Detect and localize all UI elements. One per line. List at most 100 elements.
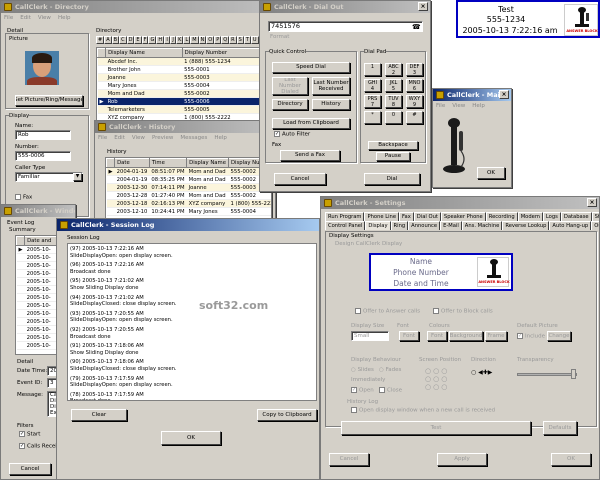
table-row[interactable]: Telemarketers 555-0005	[97, 105, 275, 114]
dial-button[interactable]: Dial	[364, 173, 420, 185]
session-titlebar[interactable]: CallClerk - Session Log	[57, 219, 319, 231]
table-row[interactable]: Mary Jones 555-0004	[97, 81, 275, 90]
menu-file[interactable]: File	[98, 133, 107, 143]
menu-help[interactable]: Help	[214, 133, 227, 143]
menu-preview[interactable]: Preview	[152, 133, 173, 143]
apply-button[interactable]: Apply	[437, 453, 487, 466]
tab-announce[interactable]: Announce	[408, 221, 441, 230]
menu-view[interactable]: View	[452, 101, 465, 111]
dial-key[interactable]: GHI 4	[364, 79, 381, 92]
copy-to-clipboard-button[interactable]: Copy to Clipboard	[257, 409, 317, 421]
colour-font-button[interactable]: Font	[427, 331, 447, 341]
tab-reverse-lookup[interactable]: Reverse Lookup	[502, 221, 550, 230]
clear-button[interactable]: Clear	[71, 409, 127, 421]
table-row[interactable]: 2003-12-30 07:14:11 PM Joanne 555-0003	[106, 183, 271, 192]
number-field[interactable]: 555-0006	[15, 151, 71, 161]
tab-ans-machine[interactable]: Ans. Machine	[461, 221, 503, 230]
transparency-slider-thumb[interactable]	[571, 369, 576, 379]
slides-radio-label[interactable]: Slides	[358, 367, 374, 373]
table-row[interactable]: 2003-12-28 01:27:40 PM Mom and Dad 555-0002	[106, 191, 271, 200]
screen-position-radio-grid[interactable]: ○○○ ○○○ ○○○	[425, 367, 449, 391]
tab-control-panel[interactable]: Control Panel	[325, 221, 366, 230]
dial-key[interactable]: JKL 5	[385, 79, 402, 92]
dial-key[interactable]: DEF 3	[406, 63, 423, 76]
set-picture-button[interactable]: Set Picture/Ring/Message	[15, 95, 83, 106]
load-from-clipboard-button[interactable]: Load from Clipboard	[272, 118, 350, 129]
menu-edit[interactable]: Edit	[114, 133, 125, 143]
chevron-down-icon[interactable]: ▼	[73, 173, 82, 181]
column-header-display-name[interactable]: Display Name	[105, 48, 183, 58]
dial-key[interactable]: TUV 8	[385, 95, 402, 108]
ok-button[interactable]: OK	[477, 167, 505, 179]
letter-filter-button[interactable]: F	[141, 36, 149, 44]
speed-dial-button[interactable]: Speed Dial	[272, 62, 350, 73]
column-header-date[interactable]: Date	[114, 158, 150, 168]
tab-dial-out[interactable]: Dial Out	[413, 212, 441, 221]
menu-view[interactable]: View	[38, 13, 51, 23]
table-row[interactable]: ▶ Rob 555-0006	[97, 97, 275, 106]
calls-received-checkbox[interactable]: ✓	[19, 443, 25, 449]
tab-auto-hang-up[interactable]: Auto Hang-up	[549, 221, 592, 230]
dial-key[interactable]: ABC 2	[385, 63, 402, 76]
close-icon[interactable]: ×	[499, 90, 509, 99]
menu-help[interactable]: Help	[472, 101, 485, 111]
letter-filter-button[interactable]: C	[119, 36, 127, 44]
fades-radio-label[interactable]: Fades	[386, 367, 402, 373]
tab-database[interactable]: Database	[560, 212, 592, 221]
history-button[interactable]: History	[312, 99, 350, 110]
dial-key[interactable]: #	[406, 111, 423, 124]
defaults-button[interactable]: Defaults	[543, 421, 577, 435]
tab-run-program[interactable]: Run Program	[325, 212, 365, 221]
directory-button[interactable]: Directory	[272, 99, 308, 110]
tab-phone-line[interactable]: Phone Line	[364, 212, 400, 221]
tab-display[interactable]: Display	[365, 221, 391, 230]
letter-filter-button[interactable]: M	[190, 36, 199, 44]
dial-key[interactable]: WXY 9	[406, 95, 423, 108]
tab-speaker-phone[interactable]: Speaker Phone	[440, 212, 486, 221]
fax-checkbox[interactable]	[15, 194, 21, 200]
history-titlebar[interactable]: CallClerk - History	[95, 121, 271, 133]
caller-id-popup[interactable]: Test 555-1234 2005-10-13 7:22:16 am ANSW…	[456, 0, 600, 38]
tab-recording[interactable]: Recording	[485, 212, 518, 221]
dial-key[interactable]: 0	[385, 111, 402, 124]
open-checkbox[interactable]: ✓	[351, 387, 357, 393]
menu-edit[interactable]: Edit	[20, 13, 31, 23]
cancel-button[interactable]: Cancel	[274, 173, 326, 185]
transparency-slider[interactable]	[517, 373, 577, 376]
letter-filter-button[interactable]: Q	[221, 36, 230, 44]
letter-filter-button[interactable]: U	[250, 36, 259, 44]
dial-key[interactable]: 1	[364, 63, 381, 76]
column-header-display-name[interactable]: Display Name	[186, 158, 229, 168]
last-number-received-button[interactable]: Last Number Received	[312, 77, 350, 95]
tab-outlook[interactable]: Outlook	[591, 221, 599, 230]
letter-filter-button[interactable]: S	[236, 36, 244, 44]
close-icon[interactable]: ×	[418, 2, 428, 11]
send-fax-button[interactable]: Send a Fax	[280, 150, 340, 161]
column-header-time[interactable]: Time	[148, 158, 188, 168]
answer-block-logo[interactable]: ANSWER BLOCK	[564, 4, 598, 36]
table-row[interactable]: Mom and Dad 555-0002	[97, 89, 275, 98]
session-log-textarea[interactable]: (97) 2005-10-13 7:22:16 AM SlideDisplayOp…	[67, 243, 317, 401]
change-picture-button[interactable]: Change	[547, 331, 571, 341]
close-icon[interactable]: ×	[587, 198, 597, 207]
tab-modem[interactable]: Modem	[517, 212, 543, 221]
table-row[interactable]: Joanne 555-0003	[97, 73, 275, 82]
dial-key[interactable]: PRS 7	[364, 95, 381, 108]
name-field[interactable]: Rob	[15, 130, 71, 140]
letter-filter-button[interactable]: E	[134, 36, 142, 44]
table-row[interactable]: Brother John 555-0001	[97, 65, 275, 74]
direction-arrows-icon[interactable]: ○ ◀✚▶	[471, 369, 492, 376]
close-checkbox[interactable]	[379, 387, 385, 393]
menu-messages[interactable]: Messages	[180, 133, 207, 143]
font-button[interactable]: Font	[399, 331, 419, 341]
winapp-titlebar[interactable]: CallClerk - Windows Applicatio	[1, 205, 75, 217]
menu-file[interactable]: File	[436, 101, 445, 111]
offer-block-checkbox[interactable]	[433, 308, 439, 314]
tab-fax[interactable]: Fax	[399, 212, 414, 221]
dial-key[interactable]: MNO 6	[406, 79, 423, 92]
tab-ring[interactable]: Ring	[390, 221, 409, 230]
colour-background-button[interactable]: Background	[449, 331, 483, 341]
dial-key[interactable]: *	[364, 111, 381, 124]
letter-filter-button[interactable]: K	[176, 36, 184, 44]
letter-filter-button[interactable]: #	[96, 36, 105, 44]
